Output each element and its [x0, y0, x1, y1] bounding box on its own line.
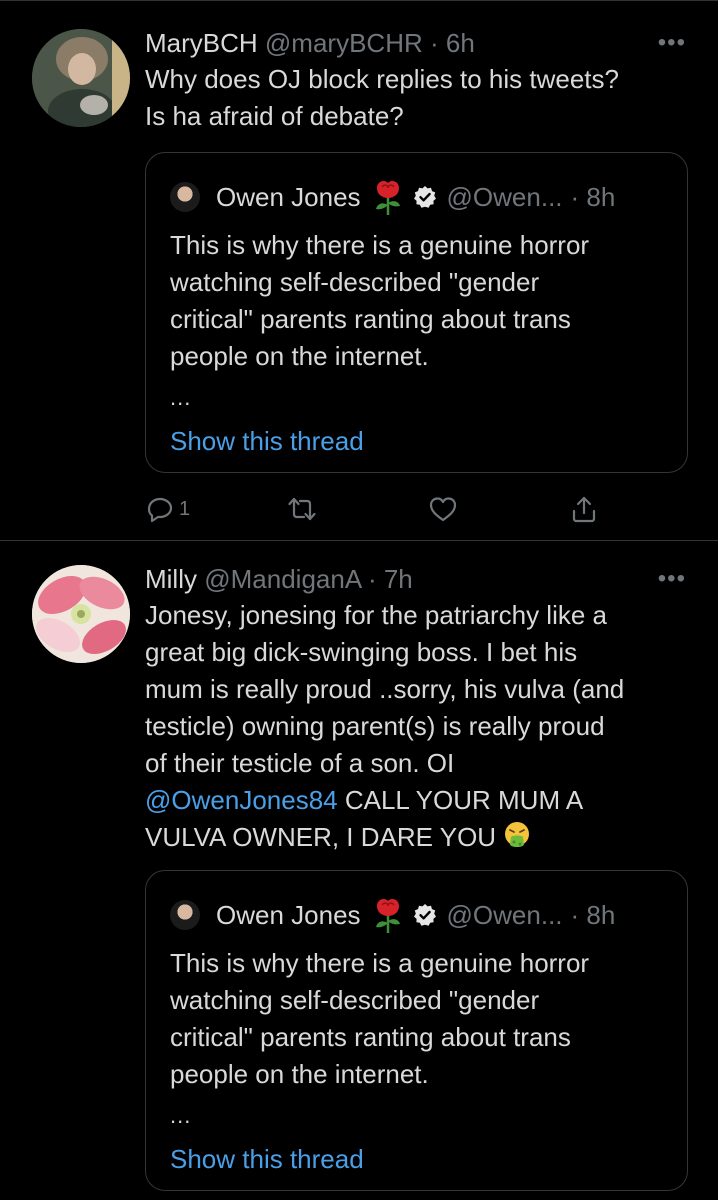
- quoted-tweet-text: This is why there is a genuine horror wa…: [170, 227, 657, 375]
- tweet-text-line: Jonesy, jonesing for the patriarchy like…: [145, 600, 607, 630]
- tweet-text: Jonesy, jonesing for the patriarchy like…: [145, 597, 686, 856]
- quoted-text-line: This is why there is a genuine horror: [170, 948, 590, 978]
- tweet-text-line: Why does OJ block replies to his tweets?: [145, 64, 619, 94]
- tweet[interactable]: MaryBCH @maryBCHR · 6h ••• Why does OJ b…: [0, 0, 718, 540]
- quoted-user-handle: @Owen...: [446, 900, 563, 930]
- tweet-content: MaryBCH @maryBCHR · 6h ••• Why does OJ b…: [145, 25, 686, 135]
- quoted-display-name: Owen Jones: [216, 182, 361, 212]
- user-handle[interactable]: @MandiganA: [204, 564, 361, 594]
- avatar-photo-icon: [32, 565, 130, 663]
- show-thread-link[interactable]: Show this thread: [170, 1141, 364, 1177]
- tweet-text-line: @OwenJones84 CALL YOUR MUM A: [145, 782, 686, 819]
- tweet-text-segment: CALL YOUR MUM A: [337, 785, 584, 815]
- quoted-tweet-header: Owen Jones @Owen... · 8h: [170, 179, 663, 215]
- quoted-text-line: people on the internet.: [170, 1059, 429, 1089]
- quoted-tweet-header: Owen Jones @Owen... · 8h: [170, 897, 663, 933]
- retweet-icon: [288, 497, 316, 521]
- rose-emoji-icon: [375, 180, 400, 215]
- vomit-emoji-icon: [505, 822, 530, 847]
- tweet-text-line: of their testicle of a son. OI: [145, 748, 455, 778]
- tweet-text: Why does OJ block replies to his tweets?…: [145, 61, 686, 135]
- rose-emoji-icon: [375, 898, 400, 933]
- quoted-text-line: watching self-described "gender: [170, 985, 540, 1015]
- avatar-photo-icon: [32, 29, 130, 127]
- reply-count: 1: [179, 497, 191, 520]
- retweet-button[interactable]: [287, 491, 317, 527]
- quoted-text-line: watching self-described "gender: [170, 267, 540, 297]
- tweet-text-line: VULVA OWNER, I DARE YOU: [145, 819, 686, 856]
- quoted-user-handle: @Owen...: [446, 182, 563, 212]
- quoted-timestamp: · 8h: [570, 182, 616, 212]
- reply-icon: [147, 497, 173, 523]
- tweet-content: Milly @MandiganA · 7h ••• Jonesy, jonesi…: [145, 561, 686, 856]
- quoted-ellipsis: ...: [170, 1103, 192, 1128]
- avatar[interactable]: [32, 565, 130, 663]
- avatar[interactable]: [32, 29, 130, 127]
- quoted-tweet[interactable]: Owen Jones @Owen... · 8h This is why the…: [145, 870, 688, 1191]
- timestamp[interactable]: · 7h: [368, 564, 413, 594]
- quoted-text-line: people on the internet.: [170, 341, 429, 371]
- tweet-text-segment: VULVA OWNER, I DARE YOU: [145, 822, 497, 852]
- quoted-tweet[interactable]: Owen Jones @Owen... · 8h This is why the…: [145, 152, 688, 473]
- quoted-text-line: critical" parents ranting about trans: [170, 304, 571, 334]
- tweet-text-line: great big dick-swinging boss. I bet his: [145, 637, 578, 667]
- verified-badge-icon: [413, 186, 436, 208]
- quoted-avatar: [170, 900, 200, 930]
- display-name[interactable]: Milly: [145, 564, 197, 594]
- tweet-text-line: Is ha afraid of debate?: [145, 101, 404, 131]
- timestamp[interactable]: · 6h: [430, 28, 475, 58]
- mention-link[interactable]: @OwenJones84: [145, 785, 338, 815]
- tweet-text-line: testicle) owning parent(s) is really pro…: [145, 711, 605, 741]
- tweet-actions: 1: [145, 491, 625, 527]
- display-name[interactable]: MaryBCH: [145, 28, 258, 58]
- quoted-avatar: [170, 182, 200, 212]
- user-handle[interactable]: @maryBCHR: [265, 28, 423, 58]
- quoted-text-line: critical" parents ranting about trans: [170, 1022, 571, 1052]
- reply-button[interactable]: 1: [145, 491, 190, 527]
- quoted-display-name: Owen Jones: [216, 900, 361, 930]
- tweet-header: MaryBCH @maryBCHR · 6h •••: [145, 25, 686, 61]
- quoted-ellipsis: ...: [170, 385, 192, 410]
- quoted-tweet-text: This is why there is a genuine horror wa…: [170, 945, 657, 1093]
- more-icon[interactable]: •••: [658, 567, 686, 591]
- tweet[interactable]: Milly @MandiganA · 7h ••• Jonesy, jonesi…: [0, 540, 718, 1200]
- like-button[interactable]: [428, 491, 458, 527]
- verified-badge-icon: [413, 904, 436, 926]
- tweet-header: Milly @MandiganA · 7h •••: [145, 561, 686, 597]
- show-thread-link[interactable]: Show this thread: [170, 423, 364, 459]
- like-icon: [429, 497, 457, 522]
- tweet-text-line: mum is really proud ..sorry, his vulva (…: [145, 674, 625, 704]
- quoted-text-line: This is why there is a genuine horror: [170, 230, 590, 260]
- share-button[interactable]: [569, 491, 599, 527]
- share-icon: [572, 496, 596, 523]
- more-icon[interactable]: •••: [658, 31, 686, 55]
- quoted-timestamp: · 8h: [570, 900, 616, 930]
